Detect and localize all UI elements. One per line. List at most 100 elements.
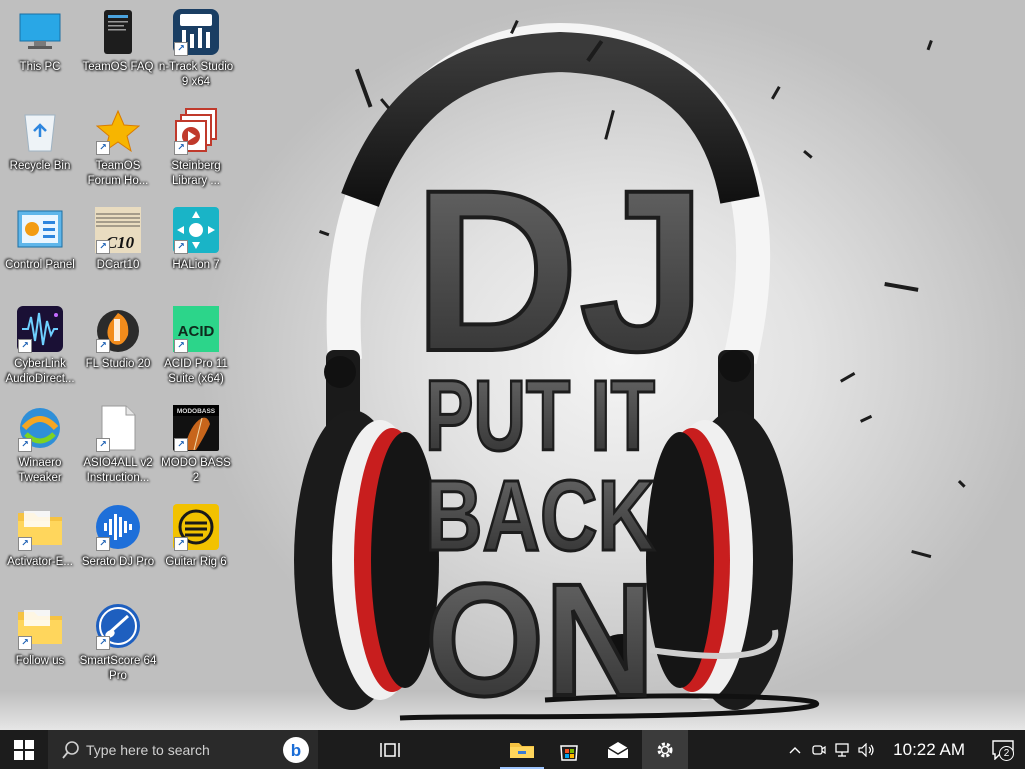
desktop-icon-n-track-studio-9-x64[interactable]: ↗ n-Track Studio 9 x64 — [157, 8, 235, 90]
wallpaper-text-putit: PUT IT — [425, 360, 655, 472]
shortcut-arrow-icon: ↗ — [174, 537, 188, 551]
desktop-icon-fl-studio-20[interactable]: ↗ FL Studio 20 — [79, 305, 157, 372]
acid-icon: ACID ↗ — [172, 305, 220, 353]
tray-meet-icon[interactable] — [807, 730, 831, 769]
desktop-icon-serato-dj-pro[interactable]: ↗ Serato DJ Pro — [79, 503, 157, 570]
taskbar-search-box[interactable]: Type here to search b — [48, 730, 318, 769]
computer-icon — [16, 8, 64, 56]
shortcut-arrow-icon: ↗ — [96, 438, 110, 452]
search-icon — [62, 740, 80, 759]
desktop-icon-recycle-bin[interactable]: Recycle Bin — [1, 107, 79, 174]
serato-icon: ↗ — [94, 503, 142, 551]
shortcut-arrow-icon: ↗ — [96, 141, 110, 155]
desktop-icon-halion-7[interactable]: ↗ HALion 7 — [157, 206, 235, 273]
shortcut-arrow-icon: ↗ — [96, 339, 110, 353]
network-icon[interactable] — [831, 730, 855, 769]
bing-icon[interactable]: b — [282, 736, 310, 764]
desktop-icon-steinberg-library[interactable]: ↗ Steinberg Library ... — [157, 107, 235, 189]
desktop-icon-control-panel[interactable]: Control Panel — [1, 206, 79, 273]
task-view-button[interactable] — [366, 730, 414, 769]
desktop-icon-label: ASIO4ALL v2 Instruction... — [83, 457, 153, 484]
desktop-icon-label: TeamOS FAQ — [82, 61, 154, 73]
fl-studio-icon: ↗ — [94, 305, 142, 353]
desktop-icon-label: Winaero Tweaker — [18, 457, 62, 484]
desktop-icon-label: HALion 7 — [172, 259, 220, 271]
desktop-icon-this-pc[interactable]: This PC — [1, 8, 79, 75]
settings-button[interactable] — [642, 730, 688, 769]
svg-text:b: b — [291, 741, 301, 760]
tray-chevron-up-icon[interactable] — [783, 730, 807, 769]
taskbar: Type here to search b 10:22 AM 2 — [0, 730, 1025, 769]
desktop-icon-label: ACID Pro 11 Suite (x64) — [164, 358, 228, 385]
start-button[interactable] — [0, 730, 48, 769]
desktop-icon-label: Recycle Bin — [9, 160, 71, 172]
desktop-icon-label: n-Track Studio 9 x64 — [158, 61, 234, 88]
shortcut-arrow-icon: ↗ — [174, 42, 188, 56]
blank-file-icon: ↗ — [94, 404, 142, 452]
desktop-icon-label: Control Panel — [5, 259, 75, 271]
desktop-icon-label: Serato DJ Pro — [81, 556, 155, 568]
task-view-icon — [380, 742, 400, 757]
desktop-icon-label: Activator-E... — [7, 556, 73, 568]
desktop-icon-guitar-rig-6[interactable]: ↗ Guitar Rig 6 — [157, 503, 235, 570]
shortcut-arrow-icon: ↗ — [174, 240, 188, 254]
mail-button[interactable] — [594, 730, 642, 769]
desktop-icon-label: Guitar Rig 6 — [165, 556, 227, 568]
desktop-icon-label: MODO BASS 2 — [161, 457, 231, 484]
file-explorer-button[interactable] — [500, 730, 544, 769]
system-tray: 10:22 AM 2 — [783, 730, 1025, 769]
search-placeholder: Type here to search — [86, 741, 210, 758]
shortcut-arrow-icon: ↗ — [174, 438, 188, 452]
desktop-icon-acid-pro-11-suite-x64[interactable]: ACID ↗ ACID Pro 11 Suite (x64) — [157, 305, 235, 387]
desktop-icon-label: This PC — [19, 61, 61, 73]
desktop-icon-dcart10[interactable]: C10 ↗ DCart10 — [79, 206, 157, 273]
mail-icon — [607, 741, 629, 758]
shortcut-arrow-icon: ↗ — [174, 141, 188, 155]
wallpaper-text-on: ON — [425, 550, 655, 729]
desktop-icon-label: Follow us — [15, 655, 65, 667]
desktop-icon-label: SmartScore 64 Pro — [79, 655, 157, 682]
desktop-icon-modo-bass-2[interactable]: MODOBASS ↗ MODO BASS 2 — [157, 404, 235, 486]
file-explorer-icon — [510, 742, 534, 758]
shortcut-arrow-icon: ↗ — [18, 636, 32, 650]
svg-text:ACID: ACID — [178, 323, 215, 340]
smartscore-icon: ↗ — [94, 602, 142, 650]
ntrack-icon: ↗ — [172, 8, 220, 56]
settings-icon — [657, 742, 673, 757]
taskbar-clock[interactable]: 10:22 AM — [879, 740, 981, 760]
shortcut-arrow-icon: ↗ — [18, 339, 32, 353]
desktop-icon-label: DCart10 — [96, 259, 140, 271]
store-icon — [560, 744, 578, 761]
guitar-rig-icon: ↗ — [172, 503, 220, 551]
shortcut-arrow-icon: ↗ — [96, 537, 110, 551]
folder-icon: ↗ — [16, 602, 64, 650]
desktop-icon-winaero-tweaker[interactable]: ↗ Winaero Tweaker — [1, 404, 79, 486]
folder-icon: ↗ — [16, 503, 64, 551]
windows-logo-icon — [14, 739, 34, 760]
desktop-icon-activator-e[interactable]: ↗ Activator-E... — [1, 503, 79, 570]
dcart-icon: C10 ↗ — [94, 206, 142, 254]
shortcut-arrow-icon: ↗ — [174, 339, 188, 353]
volume-icon[interactable] — [855, 730, 879, 769]
shortcut-arrow-icon: ↗ — [96, 240, 110, 254]
desktop-icon-asio4all-v2-instruction[interactable]: ↗ ASIO4ALL v2 Instruction... — [79, 404, 157, 486]
desktop-icon-follow-us[interactable]: ↗ Follow us — [1, 602, 79, 669]
document-icon — [94, 8, 142, 56]
notification-count: 2 — [999, 746, 1014, 761]
winaero-icon: ↗ — [16, 404, 64, 452]
modo-bass-icon: MODOBASS ↗ — [172, 404, 220, 452]
shortcut-arrow-icon: ↗ — [96, 636, 110, 650]
store-button[interactable] — [544, 730, 594, 769]
desktop-icon-label: TeamOS Forum Ho... — [87, 160, 149, 187]
desktop-icon-cyberlink-audiodirect[interactable]: ↗ CyberLink AudioDirect... — [1, 305, 79, 387]
desktop-icon-teamos-faq[interactable]: TeamOS FAQ — [79, 8, 157, 75]
desktop-icon-teamos-forum-ho[interactable]: ↗ TeamOS Forum Ho... — [79, 107, 157, 189]
desktop-icon-smartscore-64-pro[interactable]: ↗ SmartScore 64 Pro — [79, 602, 157, 684]
svg-text:C10: C10 — [106, 233, 135, 252]
halion-icon: ↗ — [172, 206, 220, 254]
action-center-button[interactable]: 2 — [981, 730, 1025, 769]
control-panel-icon — [16, 206, 64, 254]
shortcut-arrow-icon: ↗ — [18, 438, 32, 452]
desktop-icon-label: CyberLink AudioDirect... — [5, 358, 75, 385]
recycle-bin-icon — [16, 107, 64, 155]
